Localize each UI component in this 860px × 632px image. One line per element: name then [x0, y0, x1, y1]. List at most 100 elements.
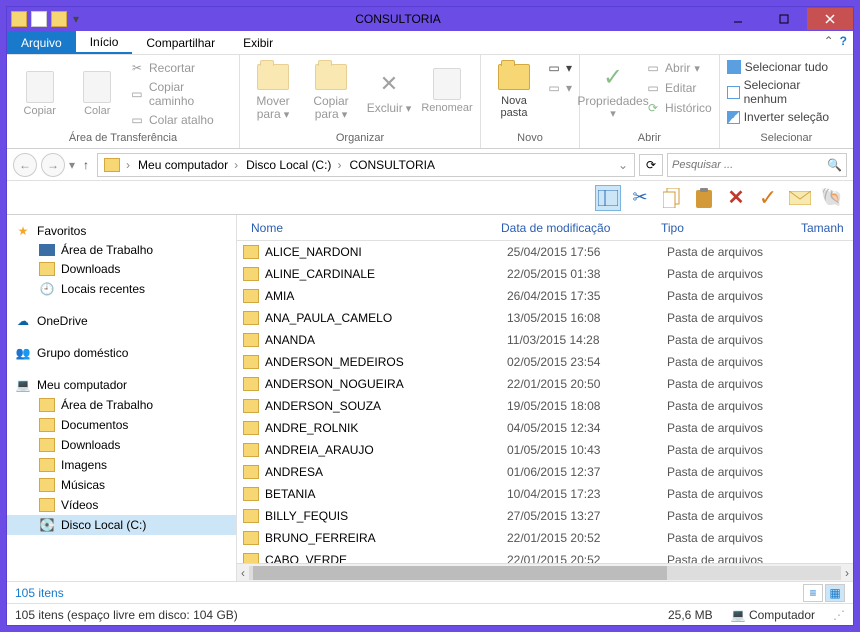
sidebar-computer[interactable]: 💻Meu computador	[7, 375, 236, 395]
table-row[interactable]: CABO_VERDE22/01/2015 20:52Pasta de arqui…	[237, 549, 853, 563]
open-button[interactable]: ▭Abrir ▾	[644, 59, 713, 77]
newitem-button[interactable]: ▭▾	[545, 59, 573, 77]
table-row[interactable]: ANANDA11/03/2015 14:28Pasta de arquivos	[237, 329, 853, 351]
sidebar-c-disk[interactable]: 💽Disco Local (C:)	[7, 515, 236, 535]
table-row[interactable]: ANDERSON_MEDEIROS02/05/2015 23:54Pasta d…	[237, 351, 853, 373]
copypath-button[interactable]: ▭Copiar caminho	[128, 79, 233, 109]
file-name: ANA_PAULA_CAMELO	[265, 311, 499, 325]
table-row[interactable]: ANDRE_ROLNIK04/05/2015 12:34Pasta de arq…	[237, 417, 853, 439]
back-button[interactable]: ←	[13, 153, 37, 177]
copy-button[interactable]: Copiar	[13, 59, 67, 129]
qat-icon[interactable]	[31, 11, 47, 27]
up-button[interactable]: ↑	[79, 158, 93, 172]
sidebar-onedrive[interactable]: ☁OneDrive	[7, 311, 236, 331]
sidebar-c-desktop[interactable]: Área de Trabalho	[7, 395, 236, 415]
newfolder-button[interactable]: Nova pasta	[487, 59, 541, 121]
view-icons-button[interactable]: ▦	[825, 584, 845, 602]
edit-button[interactable]: ▭Editar	[644, 79, 713, 97]
cut-icon[interactable]: ✂	[627, 185, 653, 211]
sidebar-desktop[interactable]: Área de Trabalho	[7, 241, 236, 259]
copyto-button[interactable]: Copiar para ▾	[304, 59, 358, 123]
qat-overflow[interactable]: ▾	[73, 12, 79, 26]
tab-share[interactable]: Compartilhar	[132, 31, 229, 54]
paste-button[interactable]: Colar	[71, 59, 125, 129]
check-icon[interactable]: ✓	[755, 185, 781, 211]
horizontal-scrollbar[interactable]: ‹ ›	[237, 563, 853, 581]
table-row[interactable]: ANDREIA_ARAUJO01/05/2015 10:43Pasta de a…	[237, 439, 853, 461]
folder-icon	[39, 398, 55, 412]
search-box[interactable]: 🔍	[667, 153, 847, 177]
file-list[interactable]: ALICE_NARDONI25/04/2015 17:56Pasta de ar…	[237, 241, 853, 563]
ribbon-group-clipboard: Copiar Colar ✂Recortar ▭Copiar caminho ▭…	[7, 55, 240, 148]
cut-button[interactable]: ✂Recortar	[128, 59, 233, 77]
minimize-button[interactable]	[715, 8, 761, 30]
search-icon: 🔍	[827, 158, 842, 172]
sidebar-favorites[interactable]: ★Favoritos	[7, 221, 236, 241]
shell-icon[interactable]: 🐚	[819, 185, 845, 211]
breadcrumb-root[interactable]: ›	[100, 158, 134, 172]
history-button[interactable]: ⟳Histórico	[644, 99, 713, 117]
sidebar-c-music[interactable]: Músicas	[7, 475, 236, 495]
paste-icon[interactable]	[691, 185, 717, 211]
table-row[interactable]: ALICE_NARDONI25/04/2015 17:56Pasta de ar…	[237, 241, 853, 263]
folder-icon	[243, 333, 259, 347]
mail-icon[interactable]	[787, 185, 813, 211]
qat-icon-2[interactable]	[51, 11, 67, 27]
breadcrumb-item[interactable]: Meu computador›	[134, 158, 242, 172]
table-row[interactable]: AMIA26/04/2015 17:35Pasta de arquivos	[237, 285, 853, 307]
forward-button[interactable]: →	[41, 153, 65, 177]
sidebar-homegroup[interactable]: 👥Grupo doméstico	[7, 343, 236, 363]
view-details-button[interactable]: ≡	[803, 584, 823, 602]
col-type[interactable]: Tipo	[653, 221, 793, 235]
file-name: ANANDA	[265, 333, 499, 347]
selectall-button[interactable]: Selecionar tudo	[726, 59, 847, 75]
tab-home[interactable]: Início	[76, 31, 133, 54]
table-row[interactable]: ANA_PAULA_CAMELO13/05/2015 16:08Pasta de…	[237, 307, 853, 329]
maximize-button[interactable]	[761, 8, 807, 30]
tab-view[interactable]: Exibir	[229, 31, 287, 54]
recent-dropdown[interactable]: ▾	[69, 158, 75, 172]
tab-file[interactable]: Arquivo	[7, 31, 76, 54]
easyaccess-button[interactable]: ▭▾	[545, 79, 573, 97]
col-date[interactable]: Data de modificação	[493, 221, 653, 235]
table-row[interactable]: ANDERSON_NOGUEIRA22/01/2015 20:50Pasta d…	[237, 373, 853, 395]
refresh-button[interactable]: ⟳	[639, 154, 663, 176]
explorer-window: ▾ CONSULTORIA Arquivo Início Compartilha…	[6, 6, 854, 626]
breadcrumb-item[interactable]: CONSULTORIA	[345, 158, 439, 172]
navigation-sidebar[interactable]: ★Favoritos Área de Trabalho Downloads 🕘L…	[7, 215, 237, 581]
rename-button[interactable]: Renomear	[420, 59, 474, 123]
properties-button[interactable]: ✓Propriedades ▾	[586, 59, 640, 122]
invertselection-button[interactable]: Inverter seleção	[726, 109, 847, 125]
help-icon[interactable]: ?	[840, 34, 847, 48]
table-row[interactable]: ALINE_CARDINALE22/05/2015 01:38Pasta de …	[237, 263, 853, 285]
sidebar-c-downloads[interactable]: Downloads	[7, 435, 236, 455]
sidebar-downloads[interactable]: Downloads	[7, 259, 236, 279]
ribbon-collapse-icon[interactable]: ⌃	[824, 34, 834, 48]
file-name: BRUNO_FERREIRA	[265, 531, 499, 545]
panes-button[interactable]	[595, 185, 621, 211]
table-row[interactable]: BETANIA10/04/2015 17:23Pasta de arquivos	[237, 483, 853, 505]
pasteshortcut-button[interactable]: ▭Colar atalho	[128, 111, 233, 129]
sidebar-recent[interactable]: 🕘Locais recentes	[7, 279, 236, 299]
sidebar-c-docs[interactable]: Documentos	[7, 415, 236, 435]
table-row[interactable]: BRUNO_FERREIRA22/01/2015 20:52Pasta de a…	[237, 527, 853, 549]
table-row[interactable]: ANDERSON_SOUZA19/05/2015 18:08Pasta de a…	[237, 395, 853, 417]
search-input[interactable]	[672, 159, 827, 171]
col-name[interactable]: Nome	[243, 221, 493, 235]
sidebar-c-videos[interactable]: Vídeos	[7, 495, 236, 515]
moveto-button[interactable]: Mover para ▾	[246, 59, 300, 123]
breadcrumb-item[interactable]: Disco Local (C:)›	[242, 158, 345, 172]
breadcrumb[interactable]: › Meu computador› Disco Local (C:)› CONS…	[97, 153, 635, 177]
delete-icon[interactable]: ✕	[723, 185, 749, 211]
status-bar-1: 105 itens ≡ ▦	[7, 581, 853, 603]
selectnone-button[interactable]: Selecionar nenhum	[726, 77, 847, 107]
copy-icon[interactable]	[659, 185, 685, 211]
sidebar-c-images[interactable]: Imagens	[7, 455, 236, 475]
breadcrumb-dropdown[interactable]: ⌄	[614, 158, 632, 172]
delete-button[interactable]: ✕Excluir ▾	[362, 59, 416, 123]
table-row[interactable]: ANDRESA01/06/2015 12:37Pasta de arquivos	[237, 461, 853, 483]
col-size[interactable]: Tamanh	[793, 221, 853, 235]
table-row[interactable]: BILLY_FEQUIS27/05/2015 13:27Pasta de arq…	[237, 505, 853, 527]
file-date: 22/01/2015 20:52	[499, 531, 659, 545]
close-button[interactable]	[807, 8, 853, 30]
